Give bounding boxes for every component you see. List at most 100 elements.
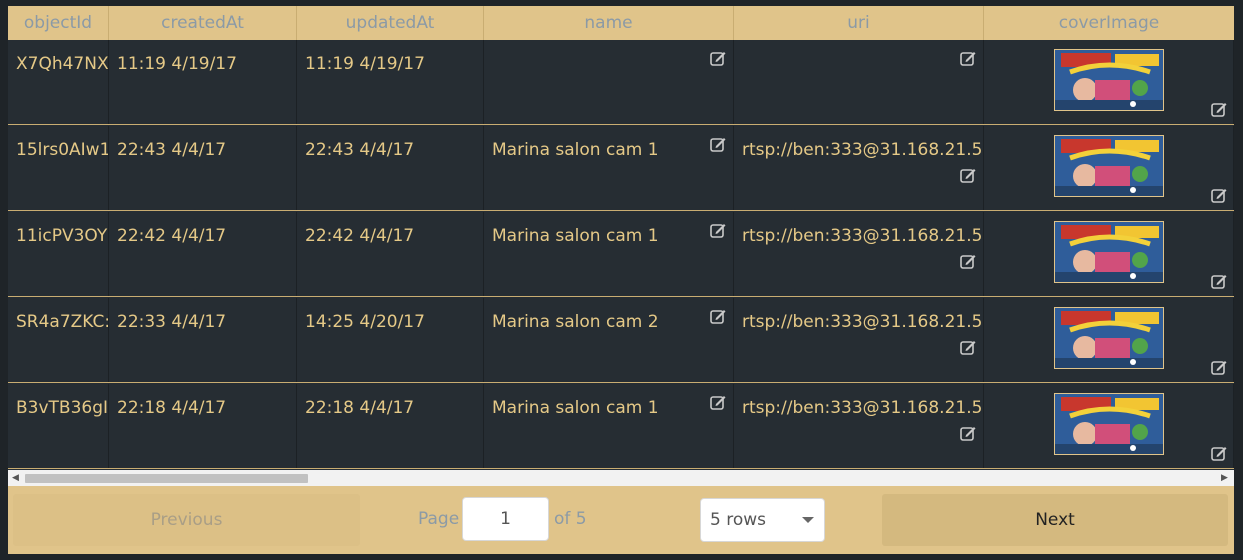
cell-objectid[interactable]: B3vTB36gI [8,384,109,468]
cell-updatedat[interactable]: 22:43 4/4/17 [297,126,484,210]
cell-value: 22:42 4/4/17 [305,226,415,246]
cell-value: 11:19 4/19/17 [305,54,425,74]
table-body: X7Qh47NX 11:19 4/19/17 11:19 4/19/17 15lrs0… [8,40,1234,470]
edit-icon[interactable] [709,393,727,411]
cell-value: rtsp://ben:333@31.168.21.54 [742,312,984,332]
cell-value: Marina salon cam 2 [492,312,659,332]
cell-value: B3vTB36gI [16,398,109,418]
edit-icon[interactable] [959,49,977,67]
cell-createdat[interactable]: 22:43 4/4/17 [109,126,297,210]
cover-image-thumbnail[interactable] [1054,135,1164,197]
cover-image-thumbnail[interactable] [1054,393,1164,455]
cell-value: 22:43 4/4/17 [305,140,415,160]
cell-value: 22:43 4/4/17 [117,140,227,160]
edit-icon[interactable] [959,424,977,442]
cell-value: rtsp://ben:333@31.168.21.54 [742,398,984,418]
cell-value: 15lrs0AIw1 [16,140,109,160]
cell-updatedat[interactable]: 22:42 4/4/17 [297,212,484,296]
cell-uri[interactable] [734,40,984,124]
rows-per-page-value: 5 rows [710,510,766,530]
column-header-updatedat[interactable]: updatedAt [297,6,484,40]
cell-updatedat[interactable]: 11:19 4/19/17 [297,40,484,124]
edit-icon[interactable] [1210,100,1228,118]
horizontal-scrollbar[interactable]: ◀ ▶ [8,470,1234,486]
cell-createdat[interactable]: 11:19 4/19/17 [109,40,297,124]
cell-value: 11icPV3OY [16,226,108,246]
cell-value: 22:33 4/4/17 [117,312,227,332]
edit-icon[interactable] [959,338,977,356]
page-count-label: of 5 [554,509,587,529]
cell-createdat[interactable]: 22:42 4/4/17 [109,212,297,296]
next-button[interactable]: Next [882,494,1228,546]
cell-coverimage[interactable] [984,298,1234,382]
cell-value: 22:18 4/4/17 [117,398,227,418]
edit-icon[interactable] [709,135,727,153]
data-browser-table: objectId createdAt updatedAt name uri co… [8,6,1234,554]
cell-name[interactable] [484,40,734,124]
cell-coverimage[interactable] [984,212,1234,296]
edit-icon[interactable] [1210,186,1228,204]
page-number-input[interactable]: 1 [462,497,549,541]
column-header-uri[interactable]: uri [734,6,984,40]
cell-value: Marina salon cam 1 [492,398,659,418]
table-row[interactable]: X7Qh47NX 11:19 4/19/17 11:19 4/19/17 [8,40,1234,125]
cell-coverimage[interactable] [984,384,1234,468]
edit-icon[interactable] [709,49,727,67]
table-row[interactable]: 11icPV3OY 22:42 4/4/17 22:42 4/4/17 Marina … [8,212,1234,297]
scrollbar-thumb[interactable] [25,474,308,483]
edit-icon[interactable] [959,166,977,184]
cell-value: 11:19 4/19/17 [117,54,237,74]
scroll-left-arrow-icon[interactable]: ◀ [12,473,19,483]
cell-objectid[interactable]: 15lrs0AIw1 [8,126,109,210]
cell-coverimage[interactable] [984,40,1234,124]
cell-uri[interactable]: rtsp://ben:333@31.168.21.54 [734,126,984,210]
table-row[interactable]: SR4a7ZKC: 22:33 4/4/17 14:25 4/20/17 Marina… [8,298,1234,383]
table-row[interactable]: B3vTB36gI 22:18 4/4/17 22:18 4/4/17 Marina … [8,384,1234,469]
cell-objectid[interactable]: SR4a7ZKC: [8,298,109,382]
cell-uri[interactable]: rtsp://ben:333@31.168.21.54 [734,298,984,382]
edit-icon[interactable] [1210,444,1228,462]
chevron-down-icon [802,517,814,523]
cell-value: 22:42 4/4/17 [117,226,227,246]
cell-value: X7Qh47NX [16,54,109,74]
cover-image-thumbnail[interactable] [1054,307,1164,369]
cover-image-thumbnail[interactable] [1054,49,1164,111]
table-header: objectId createdAt updatedAt name uri co… [8,6,1234,40]
cover-image-thumbnail[interactable] [1054,221,1164,283]
previous-button[interactable]: Previous [13,494,360,546]
edit-icon[interactable] [959,252,977,270]
edit-icon[interactable] [1210,358,1228,376]
cell-objectid[interactable]: 11icPV3OY [8,212,109,296]
edit-icon[interactable] [1210,272,1228,290]
cell-value: Marina salon cam 1 [492,226,659,246]
cell-name[interactable]: Marina salon cam 1 [484,212,734,296]
cell-createdat[interactable]: 22:33 4/4/17 [109,298,297,382]
cell-objectid[interactable]: X7Qh47NX [8,40,109,124]
cell-uri[interactable]: rtsp://ben:333@31.168.21.54 [734,384,984,468]
cell-coverimage[interactable] [984,126,1234,210]
cell-name[interactable]: Marina salon cam 1 [484,126,734,210]
edit-icon[interactable] [709,221,727,239]
cell-value: rtsp://ben:333@31.168.21.54 [742,226,984,246]
page-label: Page [418,509,460,529]
cell-name[interactable]: Marina salon cam 2 [484,298,734,382]
edit-icon[interactable] [709,307,727,325]
cell-value: Marina salon cam 1 [492,140,659,160]
rows-per-page-select[interactable]: 5 rows [700,498,825,542]
pagination-bar: Previous Page 1 of 5 5 rows Next [8,486,1234,554]
column-header-coverimage[interactable]: coverImage [984,6,1234,40]
cell-updatedat[interactable]: 22:18 4/4/17 [297,384,484,468]
cell-value: 22:18 4/4/17 [305,398,415,418]
column-header-createdat[interactable]: createdAt [109,6,297,40]
cell-value: SR4a7ZKC: [16,312,109,332]
cell-value: rtsp://ben:333@31.168.21.54 [742,140,984,160]
scroll-right-arrow-icon[interactable]: ▶ [1221,473,1228,483]
table-row[interactable]: 15lrs0AIw1 22:43 4/4/17 22:43 4/4/17 Marina… [8,126,1234,211]
column-header-objectid[interactable]: objectId [8,6,109,40]
cell-uri[interactable]: rtsp://ben:333@31.168.21.54 [734,212,984,296]
cell-updatedat[interactable]: 14:25 4/20/17 [297,298,484,382]
cell-name[interactable]: Marina salon cam 1 [484,384,734,468]
cell-value: 14:25 4/20/17 [305,312,425,332]
cell-createdat[interactable]: 22:18 4/4/17 [109,384,297,468]
column-header-name[interactable]: name [484,6,734,40]
